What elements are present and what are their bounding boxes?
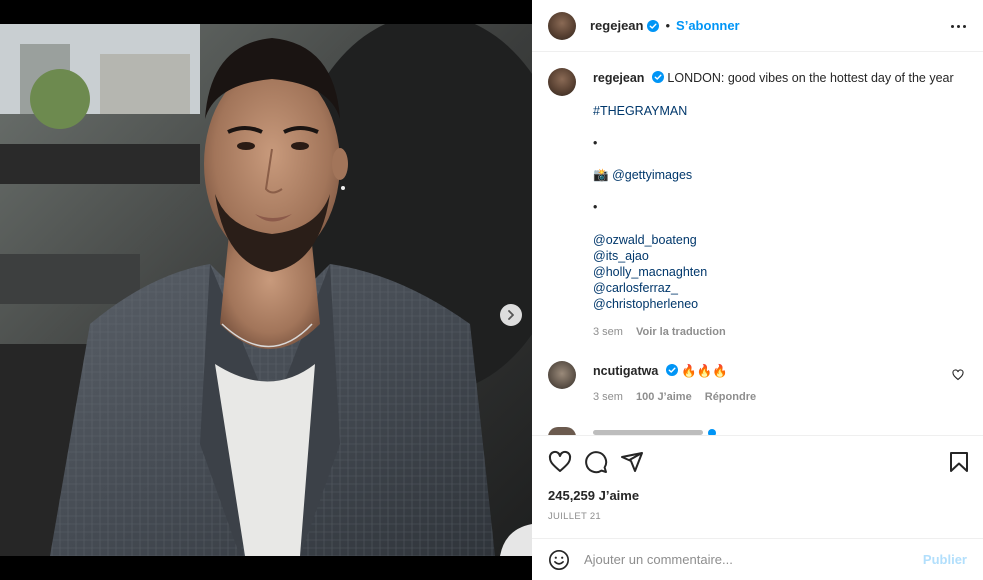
caption-hashtag[interactable]: #THEGRAYMAN xyxy=(593,103,687,119)
caption-avatar[interactable] xyxy=(548,68,576,96)
post-sidebar: regejean • S’abonner regejean LONDON: go… xyxy=(532,0,983,580)
post-header: regejean • S’abonner xyxy=(532,0,983,52)
post-date: JUILLET 21 xyxy=(548,511,601,522)
comment-item: ncutigatwa 🔥🔥🔥 3 sem 100 J’aime Répondre xyxy=(548,361,968,411)
comment-body: ncutigatwa 🔥🔥🔥 xyxy=(593,363,728,379)
mention-link[interactable]: @gettyimages xyxy=(612,168,692,182)
comment-meta: 3 sem 100 J’aime Répondre xyxy=(593,391,756,403)
commenter-avatar[interactable] xyxy=(548,361,576,389)
post-modal: regejean • S’abonner regejean LONDON: go… xyxy=(0,0,983,580)
caption-first-line: regejean LONDON: good vibes on the hotte… xyxy=(593,70,963,86)
caption-username[interactable]: regejean xyxy=(593,71,644,85)
mention-link[interactable]: @carlosferraz_ xyxy=(593,280,678,296)
verified-badge-icon xyxy=(651,71,664,83)
comment-likes[interactable]: 100 J’aime xyxy=(636,391,692,403)
caption-time: 3 sem xyxy=(593,326,623,338)
comment-username[interactable]: ncutigatwa xyxy=(593,364,658,378)
post-actions: 245,259 J’aime JUILLET 21 xyxy=(532,435,983,531)
comment-icon[interactable] xyxy=(584,450,608,474)
share-icon[interactable] xyxy=(620,450,644,474)
comments-section: regejean LONDON: good vibes on the hotte… xyxy=(532,53,983,435)
comment-like-heart-icon[interactable] xyxy=(952,369,964,381)
camera-emoji-icon: 📸 xyxy=(593,168,609,182)
author-avatar[interactable] xyxy=(548,11,576,40)
post-photo xyxy=(0,24,532,556)
heart-icon[interactable] xyxy=(548,450,572,474)
author-username[interactable]: regejean xyxy=(590,18,643,33)
carousel-next-button[interactable] xyxy=(500,304,522,326)
caption-bullet: • xyxy=(593,136,598,150)
publish-button[interactable]: Publier xyxy=(923,552,967,567)
comment-input[interactable] xyxy=(584,552,904,567)
mention-link[interactable]: @ozwald_boateng xyxy=(593,232,697,248)
caption-text: LONDON: good vibes on the hottest day of… xyxy=(667,71,954,85)
mention-link[interactable]: @holly_macnaghten xyxy=(593,264,707,280)
emoji-icon[interactable] xyxy=(548,549,570,571)
caption-meta: 3 sem Voir la traduction xyxy=(593,326,726,338)
more-options-icon[interactable] xyxy=(949,18,967,34)
post-media xyxy=(0,24,532,556)
mention-link[interactable]: @christopherleneo xyxy=(593,296,698,312)
caption-photo-credit-line: 📸 @gettyimages xyxy=(593,167,692,183)
add-comment-bar: Publier xyxy=(532,538,983,580)
translate-button[interactable]: Voir la traduction xyxy=(636,326,726,338)
verified-badge-icon xyxy=(665,364,678,376)
mention-link[interactable]: @its_ajao xyxy=(593,248,649,264)
verified-badge-icon xyxy=(647,19,660,32)
comment-text: 🔥🔥🔥 xyxy=(681,364,728,378)
caption: regejean LONDON: good vibes on the hotte… xyxy=(548,68,968,368)
next-comment-peek xyxy=(548,427,748,435)
reply-button[interactable]: Répondre xyxy=(705,391,756,403)
comment-time: 3 sem xyxy=(593,391,623,403)
caption-bullet: • xyxy=(593,200,598,214)
chevron-right-icon xyxy=(508,310,514,320)
header-separator: • xyxy=(665,18,671,33)
bookmark-icon[interactable] xyxy=(947,450,971,474)
likes-count[interactable]: 245,259 J’aime xyxy=(548,488,639,503)
follow-button[interactable]: S’abonner xyxy=(676,18,740,33)
